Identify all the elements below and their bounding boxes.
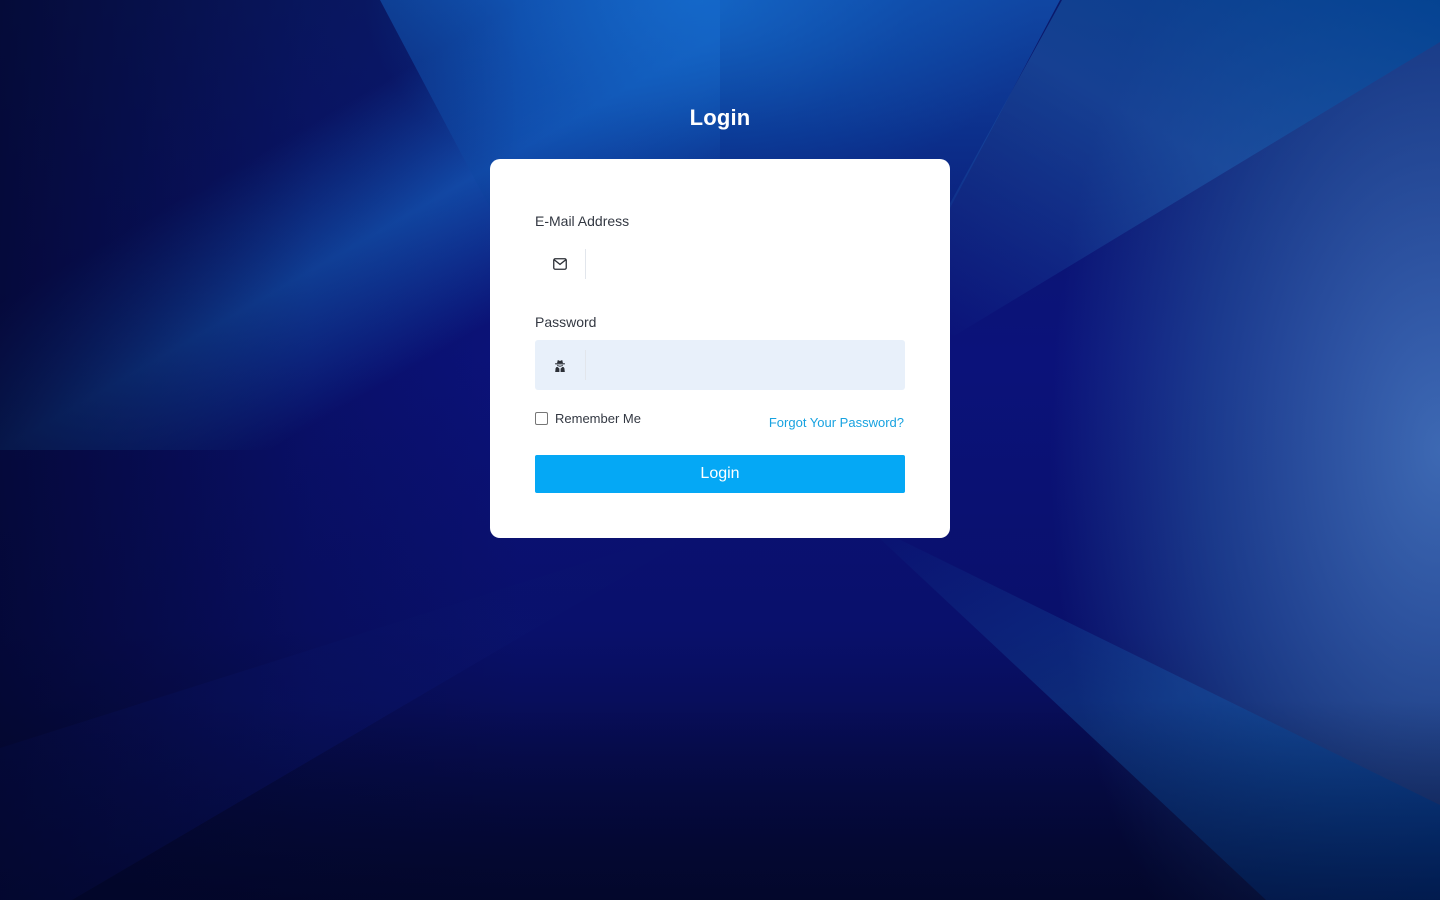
email-label: E-Mail Address bbox=[535, 213, 630, 229]
login-card: E-Mail Address Password Remember Me Forg… bbox=[490, 159, 950, 538]
password-field[interactable] bbox=[586, 340, 905, 390]
password-input-group bbox=[535, 340, 905, 390]
remember-me-checkbox[interactable] bbox=[535, 411, 548, 425]
login-button[interactable]: Login bbox=[535, 455, 905, 493]
password-label: Password bbox=[535, 314, 597, 330]
remember-me[interactable]: Remember Me bbox=[535, 409, 641, 427]
email-input-group bbox=[535, 239, 905, 289]
remember-me-label[interactable]: Remember Me bbox=[555, 411, 641, 426]
page-title: Login bbox=[689, 105, 751, 130]
forgot-password-link[interactable]: Forgot Your Password? bbox=[769, 415, 904, 430]
envelope-icon bbox=[535, 249, 586, 279]
email-field[interactable] bbox=[586, 239, 905, 289]
user-secret-icon bbox=[535, 350, 586, 380]
